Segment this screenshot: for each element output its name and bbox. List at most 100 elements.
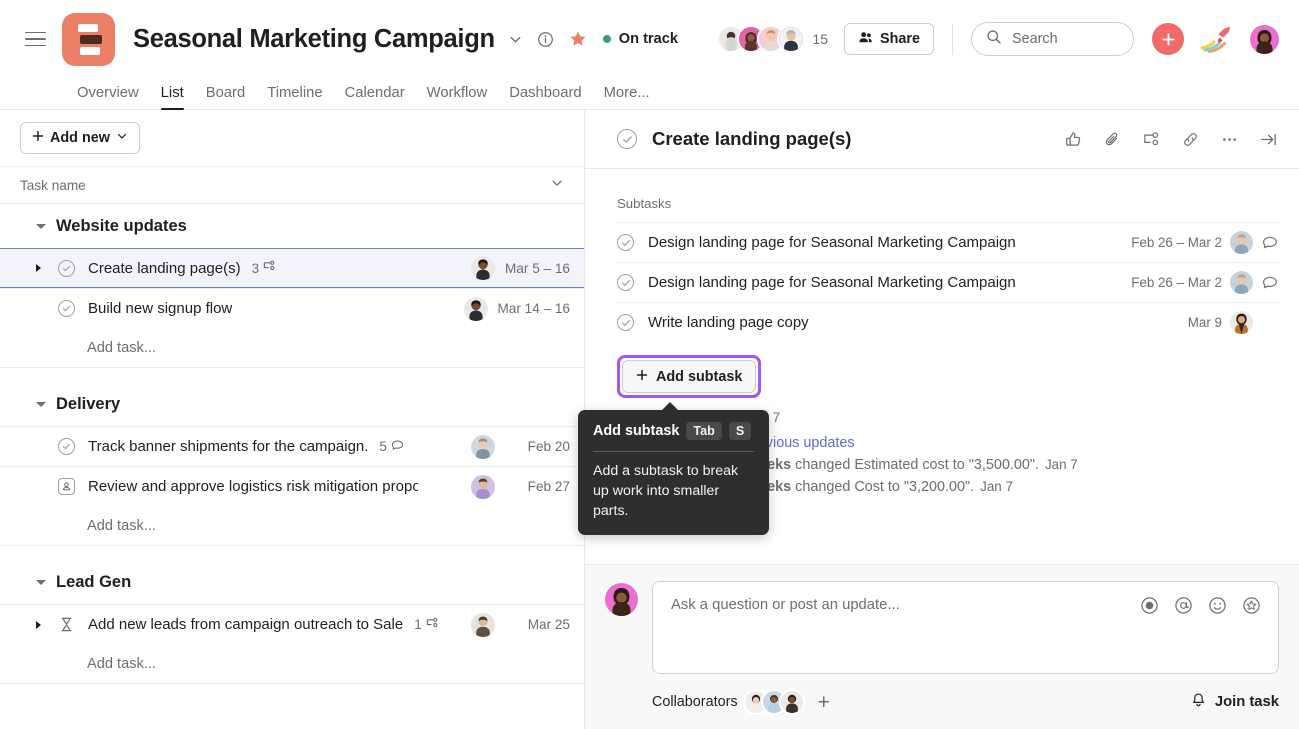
comment-input[interactable]: Ask a question or post an update...	[652, 581, 1279, 674]
add-task-button[interactable]: Add task...	[0, 328, 584, 368]
join-task-button[interactable]: Join task	[1190, 692, 1279, 713]
task-date[interactable]: Feb 20	[504, 439, 570, 454]
status-badge[interactable]: On track	[603, 31, 678, 47]
tab-list[interactable]: List	[150, 85, 195, 109]
check-circle-icon[interactable]	[58, 438, 75, 455]
task-date[interactable]: Mar 25	[504, 617, 570, 632]
expand-caret-icon[interactable]	[36, 264, 50, 272]
subtask-icon[interactable]	[1140, 128, 1162, 150]
tab-overview[interactable]: Overview	[66, 85, 150, 109]
chevron-down-icon[interactable]	[550, 176, 564, 195]
check-circle-icon[interactable]	[58, 300, 75, 317]
sticker-star-icon[interactable]	[1241, 595, 1262, 616]
collaborators-label: Collaborators	[652, 694, 738, 710]
collapse-caret-icon[interactable]	[36, 224, 46, 229]
avatar[interactable]	[471, 475, 495, 499]
attachment-paperclip-icon[interactable]	[1101, 128, 1123, 150]
collapse-caret-icon[interactable]	[36, 402, 46, 407]
avatar[interactable]	[471, 435, 495, 459]
tab-calendar[interactable]: Calendar	[334, 85, 416, 109]
approval-stamp-icon[interactable]	[58, 478, 75, 495]
collapse-caret-icon[interactable]	[36, 580, 46, 585]
avatar[interactable]	[777, 25, 805, 53]
collapse-panel-icon[interactable]	[1257, 128, 1279, 150]
user-avatar[interactable]	[1250, 25, 1279, 54]
avatar[interactable]	[605, 583, 638, 616]
tooltip-shortcut-key-2: S	[729, 422, 751, 440]
list-item[interactable]: Design landing page for Seasonal Marketi…	[617, 222, 1279, 262]
subtask-date[interactable]: Feb 26 – Mar 2	[1131, 235, 1222, 250]
search-box[interactable]	[971, 22, 1134, 56]
table-row[interactable]: Add new leads from campaign outreach to …	[0, 604, 584, 644]
subtask-icon	[426, 617, 439, 633]
check-circle-icon[interactable]	[617, 129, 637, 149]
detail-task-title[interactable]: Create landing page(s)	[652, 128, 851, 150]
activity-text: changed Cost to "3,200.00".	[791, 479, 974, 495]
section-header-website-updates[interactable]: Website updates	[0, 204, 584, 248]
hourglass-icon[interactable]	[58, 617, 75, 632]
chevron-down-icon[interactable]	[503, 26, 529, 52]
member-avatars[interactable]: 15	[717, 25, 828, 53]
task-date[interactable]: Feb 27	[504, 479, 570, 494]
task-name: Track banner shipments for the campaign.	[88, 438, 368, 455]
comment-icon[interactable]	[1261, 235, 1279, 251]
avatar[interactable]	[779, 689, 805, 715]
subtask-name: Design landing page for Seasonal Marketi…	[648, 234, 1016, 251]
star-icon[interactable]	[565, 26, 591, 52]
create-button[interactable]	[1152, 23, 1184, 55]
avatar[interactable]	[1230, 311, 1253, 334]
focus-highlight-ring: Add subtask	[617, 355, 761, 398]
check-circle-icon[interactable]	[617, 274, 634, 291]
record-video-icon[interactable]	[1139, 595, 1160, 616]
info-circle-icon[interactable]	[533, 26, 559, 52]
section-header-delivery[interactable]: Delivery	[0, 382, 584, 426]
avatar[interactable]	[1230, 231, 1253, 254]
rocket-icon[interactable]	[1200, 25, 1234, 53]
check-circle-icon[interactable]	[58, 260, 75, 277]
section-header-lead-gen[interactable]: Lead Gen	[0, 560, 584, 604]
list-item[interactable]: Write landing page copy Mar 9	[617, 302, 1279, 342]
avatar[interactable]	[1230, 271, 1253, 294]
share-button[interactable]: Share	[844, 23, 934, 55]
avatar[interactable]	[471, 613, 495, 637]
show-previous-updates-link[interactable]: Show 13 previous updates	[685, 435, 1279, 451]
add-collaborator-button[interactable]: +	[818, 692, 830, 713]
task-date[interactable]: Mar 5 – 16	[504, 261, 570, 276]
check-circle-icon[interactable]	[617, 314, 634, 331]
add-task-button[interactable]: Add task...	[0, 506, 584, 546]
check-circle-icon[interactable]	[617, 234, 634, 251]
tab-timeline[interactable]: Timeline	[256, 85, 333, 109]
more-options-icon[interactable]	[1218, 128, 1240, 150]
mention-at-icon[interactable]	[1173, 595, 1194, 616]
table-row[interactable]: Review and approve logistics risk mitiga…	[0, 466, 584, 506]
like-thumbs-up-icon[interactable]	[1062, 128, 1084, 150]
add-task-button[interactable]: Add task...	[0, 644, 584, 684]
page-title: Seasonal Marketing Campaign	[133, 25, 495, 54]
add-new-button[interactable]: Add new	[20, 122, 140, 154]
avatar[interactable]	[464, 297, 488, 321]
subtasks-label: Subtasks	[617, 196, 1279, 211]
emoji-smiley-icon[interactable]	[1207, 595, 1228, 616]
list-item[interactable]: Design landing page for Seasonal Marketi…	[617, 262, 1279, 302]
add-new-label: Add new	[50, 130, 110, 146]
task-list-pane: Add new Task name Website updates	[0, 110, 585, 729]
tab-workflow[interactable]: Workflow	[416, 85, 499, 109]
task-date[interactable]: Mar 14 – 16	[497, 301, 570, 316]
search-input[interactable]	[1012, 31, 1119, 47]
subtask-date[interactable]: Mar 9	[1188, 315, 1222, 330]
hamburger-menu-icon[interactable]	[18, 22, 52, 56]
expand-caret-icon[interactable]	[36, 621, 50, 629]
tooltip-header: Add subtask Tab S	[593, 422, 754, 440]
avatar[interactable]	[471, 256, 495, 280]
tab-board[interactable]: Board	[195, 85, 257, 109]
link-icon[interactable]	[1179, 128, 1201, 150]
subtask-date[interactable]: Feb 26 – Mar 2	[1131, 275, 1222, 290]
add-subtask-button[interactable]: Add subtask	[622, 360, 756, 393]
table-row[interactable]: Create landing page(s) 3 Mar 5 – 16	[0, 248, 584, 288]
table-row[interactable]: Build new signup flow Mar 14 – 16	[0, 288, 584, 328]
tab-more[interactable]: More...	[593, 85, 661, 109]
column-header-task-name[interactable]: Task name	[20, 178, 86, 193]
comment-icon[interactable]	[1261, 275, 1279, 291]
tab-dashboard[interactable]: Dashboard	[498, 85, 592, 109]
table-row[interactable]: Track banner shipments for the campaign.…	[0, 426, 584, 466]
